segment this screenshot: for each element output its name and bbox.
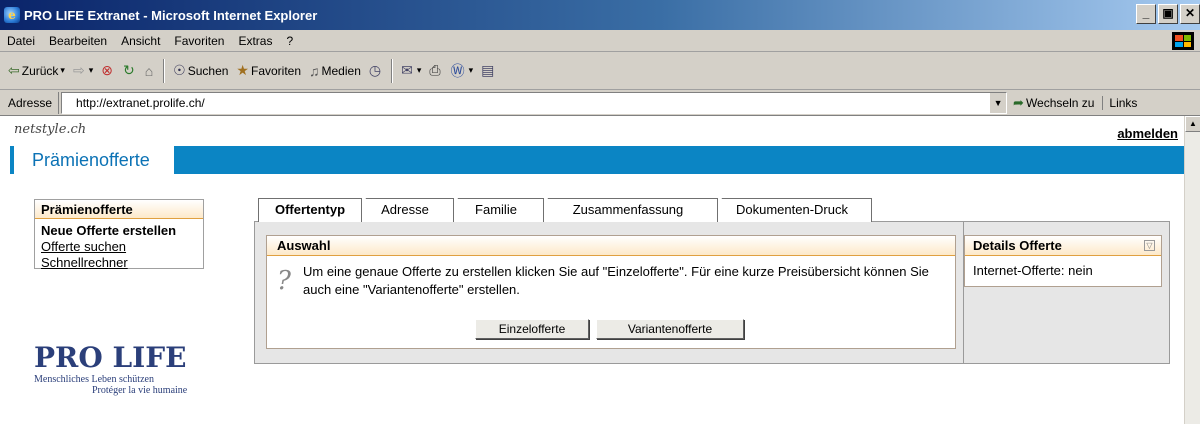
tab-document-print[interactable]: Dokumenten-Druck	[712, 198, 872, 222]
toolbar-separator	[391, 58, 394, 83]
history-button[interactable]: ◷	[365, 58, 387, 84]
tab-offer-type[interactable]: Offertentyp	[258, 198, 362, 222]
menu-datei[interactable]: Datei	[0, 34, 42, 48]
page-banner	[10, 146, 1184, 174]
tab-family[interactable]: Familie	[448, 198, 544, 222]
go-arrow-icon: ➦	[1013, 94, 1024, 110]
selection-box: Auswahl ? Um eine genaue Offerte zu erst…	[266, 235, 956, 349]
details-box: Details Offerte ▽ Internet-Offerte: nein	[964, 235, 1162, 287]
prolife-tagline-de: Menschliches Leben schützen	[34, 374, 154, 385]
media-icon: ♫	[309, 62, 320, 79]
back-label: Zurück	[21, 63, 59, 78]
page-title: Prämienofferte	[10, 146, 174, 174]
details-text: Internet-Offerte: nein	[973, 263, 1093, 278]
chevron-down-icon[interactable]: ▾	[89, 65, 94, 76]
sidebar-item-new-offer[interactable]: Neue Offerte erstellen	[35, 223, 203, 239]
menu-bearbeiten[interactable]: Bearbeiten	[42, 34, 114, 48]
chevron-down-icon[interactable]: ▼	[989, 92, 1007, 113]
window-title: PRO LIFE Extranet - Microsoft Internet E…	[24, 7, 318, 23]
media-button[interactable]: ♫ Medien	[305, 58, 365, 84]
question-mark-icon: ?	[277, 266, 291, 296]
window-controls: _ ▣ ✕	[1134, 4, 1200, 24]
discuss-icon: ▤	[481, 62, 495, 78]
refresh-button[interactable]: ↻	[119, 58, 141, 84]
stop-button[interactable]: ⊗	[97, 58, 119, 84]
address-label: Adresse	[0, 91, 60, 114]
prolife-logo-name: PRO LIFE	[34, 341, 187, 374]
window-titlebar: e PRO LIFE Extranet - Microsoft Internet…	[0, 0, 1200, 30]
word-icon: Ⓦ	[450, 62, 465, 79]
logout-link[interactable]: abmelden	[1117, 126, 1178, 141]
chevron-down-icon[interactable]: ▾	[60, 65, 65, 76]
favorites-label: Favoriten	[250, 63, 302, 78]
home-icon: ⌂	[144, 62, 154, 79]
mail-button[interactable]: ✉ ▾	[397, 58, 425, 84]
netstyle-logo[interactable]: netstyle.ch	[14, 122, 86, 137]
discuss-button[interactable]: ▤	[477, 58, 500, 84]
page-content: netstyle.ch abmelden Prämienofferte Präm…	[0, 116, 1200, 424]
word-button[interactable]: Ⓦ ▾	[447, 58, 478, 84]
sidebar-title: Prämienofferte	[35, 200, 203, 219]
selection-title: Auswahl	[267, 236, 955, 256]
forward-arrow-icon: ⇨	[72, 62, 85, 78]
toolbar-separator	[163, 58, 166, 83]
prolife-tagline-fr: Protéger la vie humaine	[92, 385, 188, 396]
address-bar: Adresse http://extranet.prolife.ch/ ▼ ➦ …	[0, 90, 1200, 116]
prolife-logo: PRO LIFE Menschliches Leben schützen Pro…	[34, 342, 214, 402]
print-button[interactable]: ⎙	[425, 58, 446, 84]
back-button[interactable]: ⇦ Zurück ▾	[4, 58, 69, 84]
go-button[interactable]: ➦ Wechseln zu	[1007, 95, 1102, 111]
details-header: Details Offerte ▽	[965, 236, 1161, 256]
media-label: Medien	[321, 63, 361, 78]
search-button[interactable]: ☉ Suchen	[169, 58, 232, 84]
history-icon: ◷	[368, 62, 382, 78]
menu-favoriten[interactable]: Favoriten	[167, 34, 231, 48]
mail-icon: ✉	[401, 62, 413, 78]
favorites-icon: ★	[236, 62, 249, 78]
variant-offer-button[interactable]: Variantenofferte	[596, 319, 744, 339]
tab-address[interactable]: Adresse	[356, 198, 454, 222]
chevron-down-icon[interactable]: ▾	[417, 65, 422, 76]
vertical-scrollbar[interactable]: ▲	[1184, 116, 1200, 424]
tab-summary[interactable]: Zusammenfassung	[538, 198, 718, 222]
forward-button[interactable]: ⇨ ▾	[69, 58, 97, 84]
details-title: Details Offerte	[973, 238, 1062, 253]
back-arrow-icon: ⇦	[8, 62, 20, 78]
maximize-button[interactable]: ▣	[1158, 4, 1178, 24]
menu-ansicht[interactable]: Ansicht	[114, 34, 167, 48]
selection-description: Um eine genaue Offerte zu erstellen klic…	[303, 264, 929, 297]
internet-explorer-icon: e	[4, 7, 20, 23]
windows-logo-icon	[1172, 32, 1194, 50]
home-button[interactable]: ⌂	[141, 58, 159, 84]
scroll-up-arrow-icon[interactable]: ▲	[1185, 116, 1200, 132]
search-label: Suchen	[187, 63, 229, 78]
menu-help[interactable]: ?	[279, 34, 300, 48]
menu-extras[interactable]: Extras	[231, 34, 279, 48]
sidebar-item-search-offer[interactable]: Offerte suchen	[35, 239, 203, 255]
menu-bar: Datei Bearbeiten Ansicht Favoriten Extra…	[0, 30, 1200, 52]
favorites-button[interactable]: ★ Favoriten	[232, 58, 305, 84]
print-icon: ⎙	[429, 62, 441, 78]
links-button[interactable]: Links	[1102, 95, 1137, 110]
sidebar-item-quick-calculator[interactable]: Schnellrechner	[35, 255, 203, 271]
address-input[interactable]: http://extranet.prolife.ch/ ▼	[61, 91, 1008, 114]
sidebar-nav: Prämienofferte Neue Offerte erstellen Of…	[34, 199, 204, 271]
stop-icon: ⊗	[101, 62, 113, 78]
minimize-button[interactable]: _	[1136, 4, 1156, 24]
chevron-down-icon[interactable]: ▾	[469, 65, 474, 76]
close-button[interactable]: ✕	[1180, 4, 1200, 24]
go-label: Wechseln zu	[1025, 95, 1095, 110]
single-offer-button[interactable]: Einzelofferte	[475, 319, 589, 339]
refresh-icon: ↻	[122, 62, 135, 78]
search-icon: ☉	[173, 62, 186, 78]
browser-toolbar: ⇦ Zurück ▾ ⇨ ▾ ⊗ ↻ ⌂ ☉ Suchen ★ Favorite…	[0, 52, 1200, 90]
address-url: http://extranet.prolife.ch/	[76, 95, 205, 110]
collapse-icon[interactable]: ▽	[1144, 240, 1155, 251]
